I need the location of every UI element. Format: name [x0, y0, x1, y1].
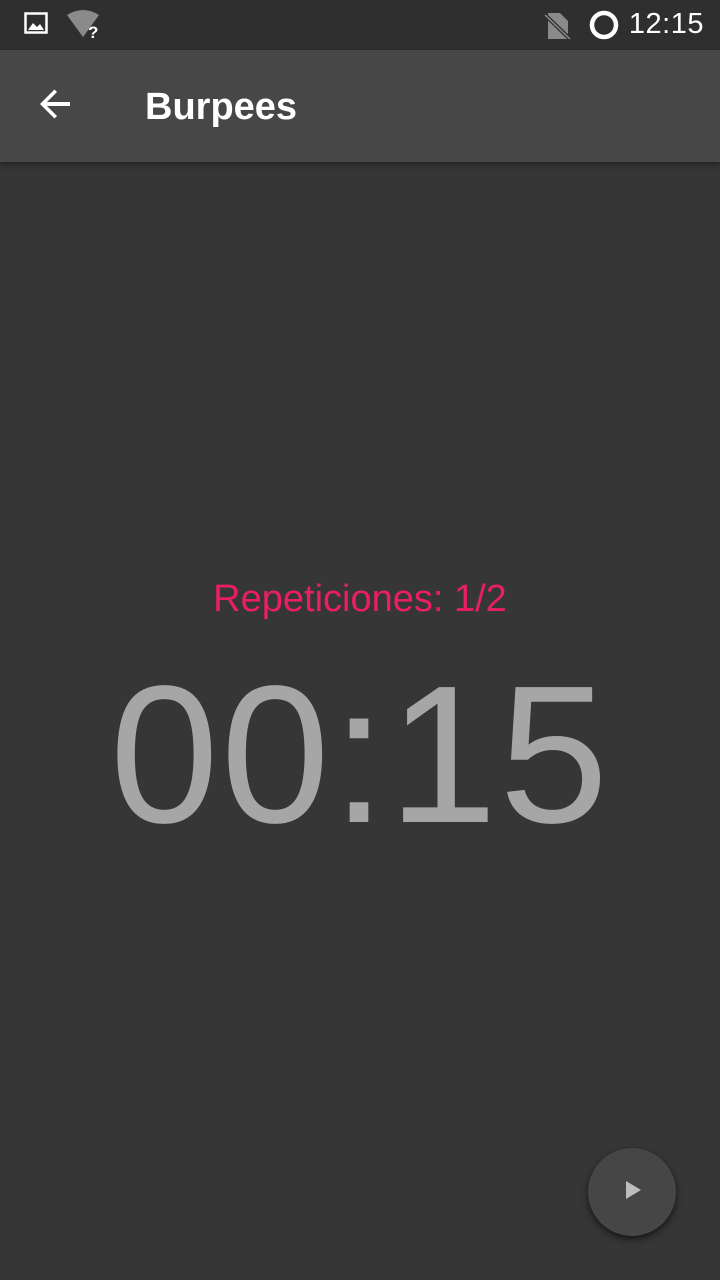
image-notification-icon — [24, 11, 48, 40]
play-button[interactable] — [588, 1148, 676, 1236]
repetitions-label: Repeticiones: 1/2 — [213, 578, 507, 620]
screen: ? 12:15 Burpees Repeticiones: 1/2 00:15 — [0, 0, 720, 1280]
timer-display: 00:15 — [109, 645, 611, 864]
page-title: Burpees — [145, 86, 298, 128]
status-time: 12:15 — [628, 8, 704, 40]
back-button[interactable] — [22, 72, 90, 140]
status-bar: ? 12:15 — [0, 0, 720, 50]
svg-text:?: ? — [88, 23, 98, 40]
play-icon — [620, 1178, 644, 1207]
sync-circle-icon — [588, 9, 620, 46]
wifi-unknown-icon: ? — [66, 10, 102, 45]
no-sim-icon — [543, 12, 572, 45]
arrow-back-icon — [38, 86, 74, 127]
app-toolbar: Burpees — [0, 50, 720, 162]
